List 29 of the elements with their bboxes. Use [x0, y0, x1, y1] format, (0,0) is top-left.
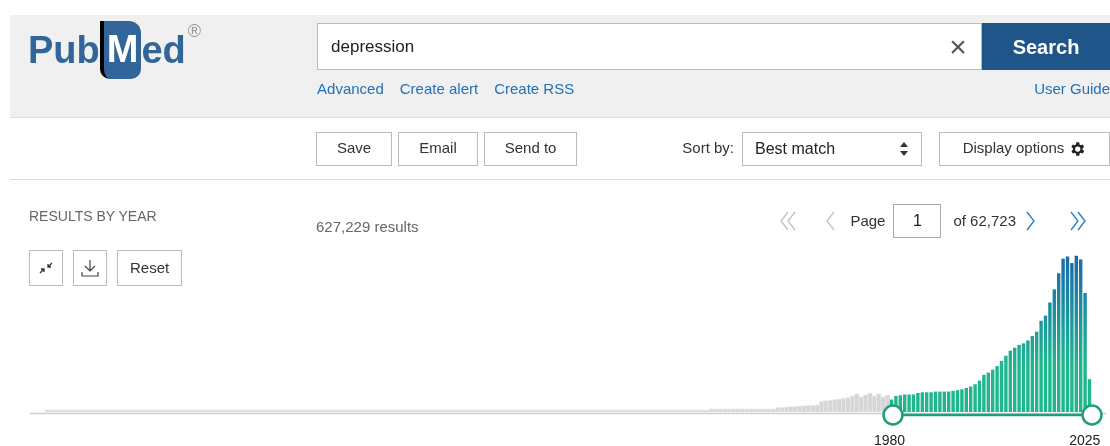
user-guide-link[interactable]: User Guide [1034, 78, 1110, 101]
reset-button[interactable]: Reset [117, 250, 183, 286]
collapse-button[interactable] [29, 250, 63, 286]
start-year-label: 1980 [874, 431, 906, 446]
download-button[interactable] [73, 250, 107, 286]
sort-label: Sort by: [682, 138, 734, 159]
page-label: Page [850, 210, 886, 231]
action-button[interactable]: Email [398, 131, 478, 166]
action-button[interactable]: Send to [483, 131, 578, 166]
page-field[interactable]: 1 [893, 204, 942, 238]
action-button[interactable]: Save [316, 131, 393, 166]
results-count: 627,229 results [316, 217, 419, 236]
sort-arrows-icon [899, 140, 909, 157]
search-field[interactable]: depression × [317, 23, 982, 70]
end-year-label: 2025 [1069, 431, 1101, 446]
pubmed-logo: Pub Med® [28, 21, 202, 79]
range-end-handle[interactable] [1081, 404, 1103, 426]
collapse-icon [38, 260, 54, 276]
download-icon [81, 259, 99, 277]
search-link[interactable]: Create alert [399, 78, 479, 101]
search-link[interactable]: Advanced [317, 78, 384, 101]
results-by-year-title: RESULTS BY YEAR [29, 207, 158, 226]
display-options-button[interactable]: Display options [939, 131, 1110, 166]
clear-button[interactable]: × [935, 24, 981, 69]
page-total: of 62,723 [953, 210, 1016, 231]
range-start-handle[interactable] [882, 404, 904, 426]
sort-select[interactable]: Best match [742, 131, 922, 166]
search-link[interactable]: Create RSS [494, 78, 575, 101]
search-button[interactable]: Search [982, 23, 1110, 70]
